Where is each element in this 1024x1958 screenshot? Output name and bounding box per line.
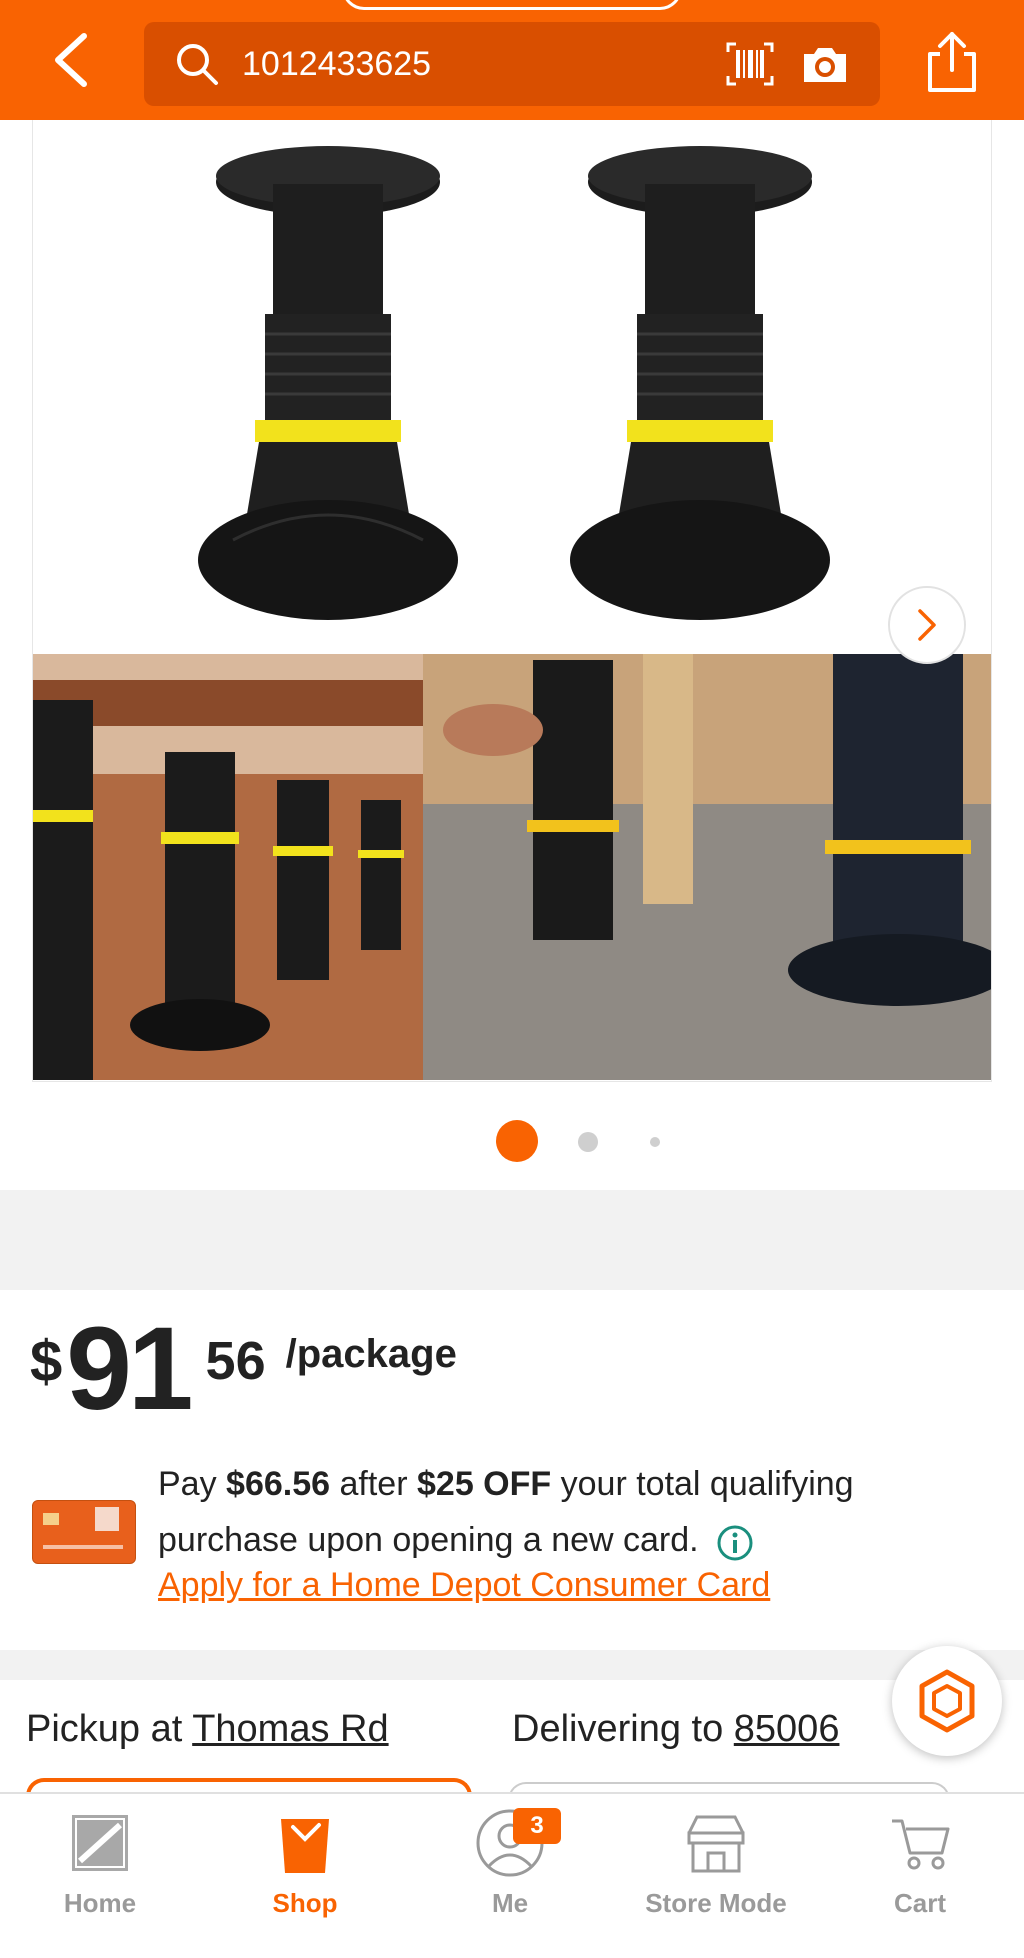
pickup-store-link[interactable]: Thomas Rd (192, 1708, 388, 1750)
header-notch (342, 0, 682, 10)
section-divider (0, 1190, 1024, 1290)
pickup-location: Pickup at Thomas Rd (26, 1708, 389, 1751)
next-image-button[interactable] (888, 586, 966, 664)
person-icon: 3 (475, 1808, 561, 1878)
carousel-dot-active[interactable] (496, 1120, 538, 1162)
info-icon[interactable] (716, 1523, 754, 1561)
tab-label: Store Mode (645, 1888, 787, 1918)
promo-amount: $66.56 (226, 1465, 331, 1503)
delivery-zip-link[interactable]: 85006 (734, 1708, 840, 1750)
cart-icon (885, 1808, 955, 1878)
product-image-gallery[interactable] (0, 120, 1024, 1190)
price-section: $ 91 56 /package Pay $66.56 after $25 OF… (0, 1290, 1024, 1650)
fulfillment-section: Pickup at Thomas Rd Delivering to 85006 (0, 1680, 1024, 1842)
share-icon (928, 32, 976, 92)
price-cents: 56 (205, 1331, 266, 1391)
price-currency: $ (30, 1329, 63, 1394)
camera-icon (804, 48, 846, 82)
price-dollars: 91 (66, 1303, 193, 1435)
notification-badge: 3 (513, 1808, 561, 1844)
chat-assistant-button[interactable] (892, 1646, 1002, 1756)
app-header (0, 0, 1024, 120)
search-input[interactable] (242, 44, 662, 84)
section-divider (0, 1650, 1024, 1680)
share-button[interactable] (924, 30, 980, 94)
tab-cart[interactable]: Cart (840, 1808, 1000, 1928)
tab-label: Me (491, 1888, 529, 1918)
tab-home[interactable]: Home (20, 1808, 180, 1928)
tab-shop[interactable]: Shop (225, 1808, 385, 1928)
chevron-right-icon (918, 609, 936, 641)
credit-card-image (32, 1500, 136, 1564)
search-bar[interactable] (144, 22, 880, 106)
store-icon (681, 1808, 751, 1878)
credit-card-promo: Pay $66.56 after $25 OFF your total qual… (158, 1456, 998, 1568)
delivery-prefix: Delivering to (512, 1708, 724, 1750)
product-image[interactable] (32, 120, 1008, 1082)
tab-label: Cart (893, 1888, 946, 1918)
deck-install-photo (33, 654, 423, 1080)
tab-label: Home (63, 1888, 137, 1918)
bottom-tab-bar: Home Shop 3 Me Store Mode Cart (0, 1792, 1024, 1958)
back-arrow-icon (55, 33, 87, 87)
shop-bucket-icon (270, 1808, 340, 1878)
tab-label: Shop (272, 1888, 338, 1918)
promo-discount: $25 OFF (417, 1465, 552, 1503)
carousel-dots (0, 1120, 1024, 1170)
back-button[interactable] (40, 30, 100, 90)
camera-button[interactable] (800, 40, 850, 88)
tab-store-mode[interactable]: Store Mode (636, 1808, 796, 1928)
tab-me[interactable]: 3 Me (430, 1808, 590, 1928)
delivery-location: Delivering to 85006 (512, 1708, 839, 1751)
price-unit: /package (285, 1332, 457, 1376)
apply-card-link[interactable]: Apply for a Home Depot Consumer Card (158, 1566, 770, 1605)
hexagon-chat-icon (919, 1669, 975, 1733)
carousel-dot[interactable] (650, 1137, 660, 1147)
search-icon (174, 41, 220, 87)
barcode-icon (726, 42, 774, 86)
price: $ 91 56 /package (30, 1310, 457, 1428)
product-image-collage (33, 120, 1008, 1080)
promo-pay: Pay (158, 1465, 217, 1503)
hand-adjusting-photo (423, 654, 1008, 1080)
barcode-button[interactable] (724, 40, 776, 88)
pickup-prefix: Pickup at (26, 1708, 183, 1750)
carousel-dot[interactable] (578, 1132, 598, 1152)
promo-after: after (339, 1465, 408, 1503)
home-depot-logo-icon (65, 1808, 135, 1878)
